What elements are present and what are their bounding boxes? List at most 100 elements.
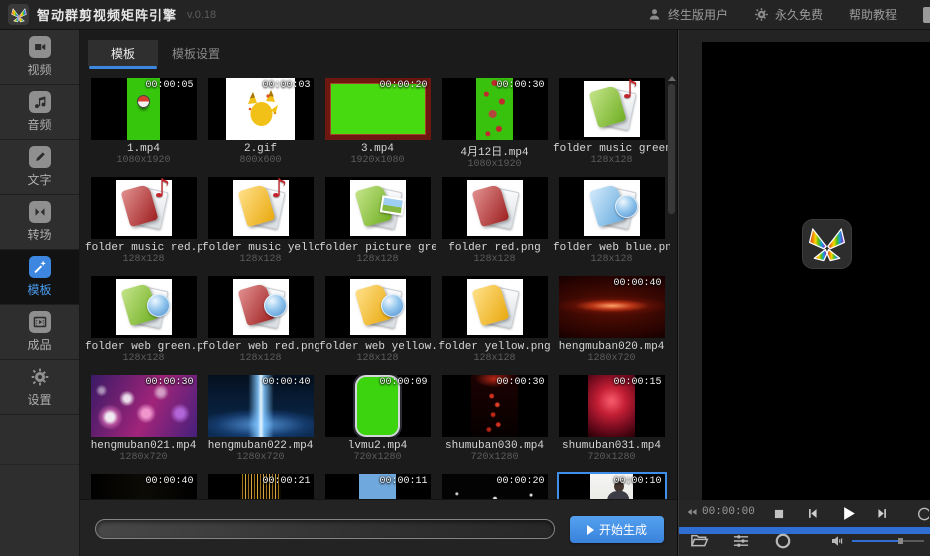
tab-templates[interactable]: 模板 [88,40,158,66]
template-thumbnail[interactable]: 00:00:20 [325,78,431,140]
template-card[interactable]: 00:00:203.mp41920x1080 [319,74,436,173]
sidebar-item-template[interactable]: 模板 [0,250,79,305]
duration-badge: 00:00:10 [613,476,661,487]
sidebar-item-output[interactable]: 成品 [0,305,79,360]
template-thumbnail[interactable] [325,276,431,338]
template-card[interactable]: 00:00:10 [553,470,670,499]
template-filename: folder web blue.pn [553,242,670,254]
template-thumbnail[interactable]: 00:00:40 [91,474,197,499]
volume-handle[interactable] [898,538,903,544]
template-card[interactable]: folder yellow.png128x128 [436,272,553,371]
template-thumbnail[interactable] [559,177,665,239]
template-thumbnail[interactable]: 00:00:30 [442,375,548,437]
template-card[interactable]: 00:00:40hengmuban020.mp41280x720 [553,272,670,371]
template-dimensions: 1080x1920 [85,155,202,166]
template-thumbnail[interactable]: 00:00:10 [559,474,665,499]
template-card[interactable]: 00:00:11 [319,470,436,499]
license-status[interactable]: 永久免费 [754,6,823,23]
template-card[interactable]: folder web green.p128x128 [85,272,202,371]
playback-time: 00:00:00 [686,506,755,518]
stop-button[interactable] [772,507,786,521]
template-card[interactable]: ♪folder music green128x128 [553,74,670,173]
scroll-up-icon[interactable] [668,76,676,81]
sidebar-item-audio[interactable]: 音频 [0,85,79,140]
template-thumbnail[interactable]: 00:00:05 [91,78,197,140]
template-thumbnail[interactable] [442,177,548,239]
template-card[interactable]: 00:00:032.gif800x600 [202,74,319,173]
template-dimensions: 1920x1080 [319,155,436,166]
app-window: 智动群剪视频矩阵引擎 v.0.18 终生版用户 永久免费 帮助教程 视频音频文字… [0,0,930,556]
template-card[interactable]: 00:00:09lvmu2.mp4720x1280 [319,371,436,470]
template-thumbnail[interactable]: ♪ [91,177,197,239]
folder-image: ♪ [233,180,289,236]
sidebar-item-label: 文字 [27,171,51,188]
template-thumbnail[interactable]: 00:00:21 [208,474,314,499]
template-thumbnail[interactable]: 00:00:03 [208,78,314,140]
open-folder-button[interactable] [689,531,709,551]
template-card[interactable]: ♪folder music yello128x128 [202,173,319,272]
player-tools [679,531,930,553]
template-thumbnail[interactable]: 00:00:30 [91,375,197,437]
template-thumbnail[interactable]: ♪ [208,177,314,239]
account-status[interactable]: 终生版用户 [647,6,728,23]
volume-icon[interactable] [829,532,847,550]
loop-button[interactable] [773,531,793,551]
start-generate-button[interactable]: 开始生成 [570,516,664,543]
template-card[interactable]: folder web blue.pn128x128 [553,173,670,272]
scrollbar-thumb[interactable] [668,84,675,214]
template-card[interactable]: folder web yellow.128x128 [319,272,436,371]
template-filename: shumuban030.mp4 [436,440,553,452]
template-card[interactable]: 00:00:21 [202,470,319,499]
previous-button[interactable] [805,506,820,521]
sidebar-item-settings[interactable]: 设置 [0,360,79,415]
template-thumbnail[interactable] [325,177,431,239]
gear-icon [754,7,769,22]
cut-off-control-icon[interactable] [913,506,929,522]
template-thumbnail[interactable]: 00:00:11 [325,474,431,499]
template-dimensions: 128x128 [436,254,553,265]
template-card[interactable]: ♪folder music red.p128x128 [85,173,202,272]
help-link[interactable]: 帮助教程 [849,6,897,23]
player-bar: 00:00:00 [679,500,930,556]
volume-slider[interactable] [852,540,924,542]
template-thumbnail[interactable]: 00:00:40 [208,375,314,437]
template-dimensions: 720x1280 [319,452,436,463]
template-thumbnail[interactable]: 00:00:30 [442,78,548,140]
tab-template-settings[interactable]: 模板设置 [158,40,234,66]
music-note-icon: ♪ [154,177,171,204]
template-thumbnail[interactable]: ♪ [559,78,665,140]
template-card[interactable]: 00:00:05 1.mp41080x1920 [85,74,202,173]
template-thumbnail[interactable]: 00:00:15 [559,375,665,437]
template-card[interactable]: 00:00:40hengmuban022.mp41280x720 [202,371,319,470]
template-card[interactable]: folder red.png128x128 [436,173,553,272]
template-filename: folder yellow.png [436,341,553,353]
template-thumbnail[interactable] [91,276,197,338]
grid-scrollbar[interactable] [667,76,676,496]
template-thumbnail[interactable]: 00:00:40 [559,276,665,338]
template-card[interactable]: folder picture gre128x128 [319,173,436,272]
duration-badge: 00:00:40 [145,476,193,487]
sidebar-item-text[interactable]: 文字 [0,140,79,195]
play-button[interactable] [839,504,858,523]
template-thumbnail[interactable] [442,276,548,338]
template-thumbnail[interactable] [208,276,314,338]
music-note-icon: ♪ [271,177,288,204]
template-thumbnail[interactable]: 00:00:20 [442,474,548,499]
template-card[interactable]: 00:00:30hengmuban021.mp41280x720 [85,371,202,470]
playlist-button[interactable] [731,531,751,551]
sidebar-item-video[interactable]: 视频 [0,30,79,85]
template-thumbnail[interactable]: 00:00:09 [325,375,431,437]
sidebar-item-transition[interactable]: 转场 [0,195,79,250]
template-card[interactable]: 00:00:304月12日.mp41080x1920 [436,74,553,173]
template-card[interactable]: 00:00:30shumuban030.mp4720x1280 [436,371,553,470]
template-card[interactable]: folder web red.png128x128 [202,272,319,371]
template-card[interactable]: 00:00:40 [85,470,202,499]
next-button[interactable] [875,506,890,521]
duration-badge: 00:00:09 [379,377,427,388]
tab-bar: 模板模板设置 [88,40,677,66]
template-filename: 1.mp4 [85,143,202,155]
template-card[interactable]: 00:00:20 [436,470,553,499]
app-logo-butterfly-icon [8,4,29,25]
template-card[interactable]: 00:00:15shumuban031.mp4720x1280 [553,371,670,470]
duration-badge: 00:00:30 [496,377,544,388]
